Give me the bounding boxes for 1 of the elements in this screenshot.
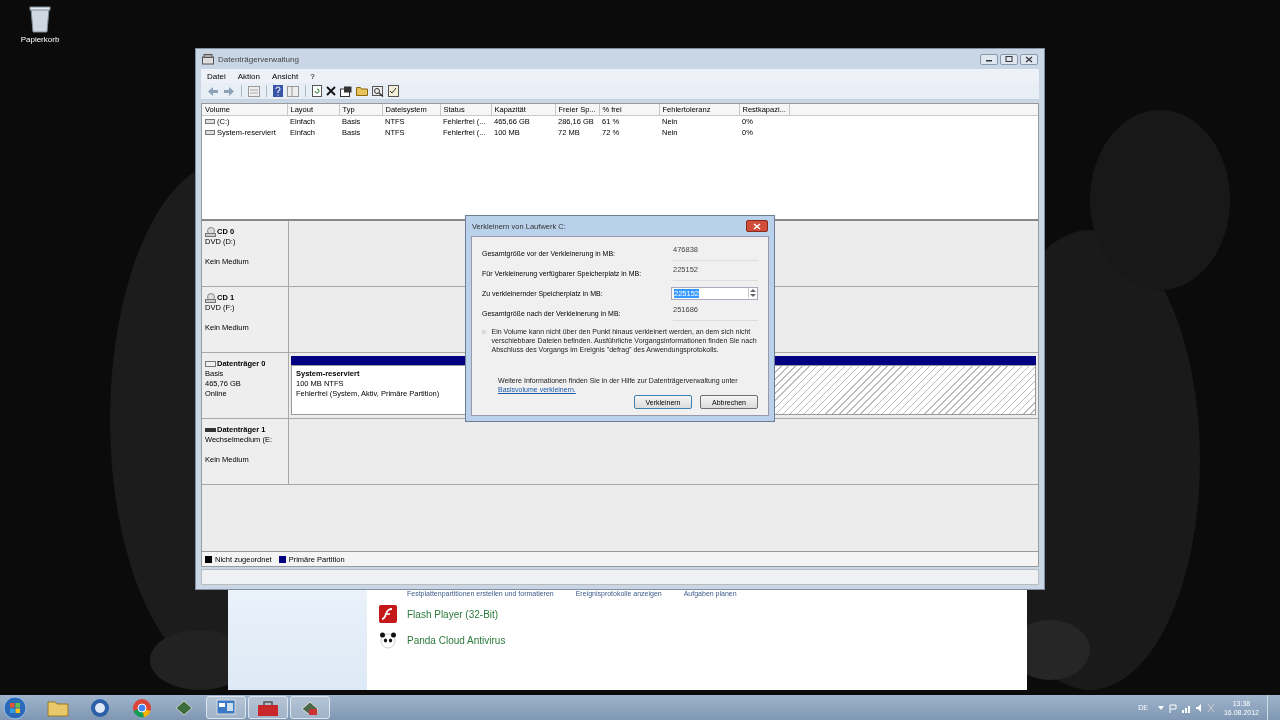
window-title: Datenträgerverwaltung xyxy=(218,54,299,64)
